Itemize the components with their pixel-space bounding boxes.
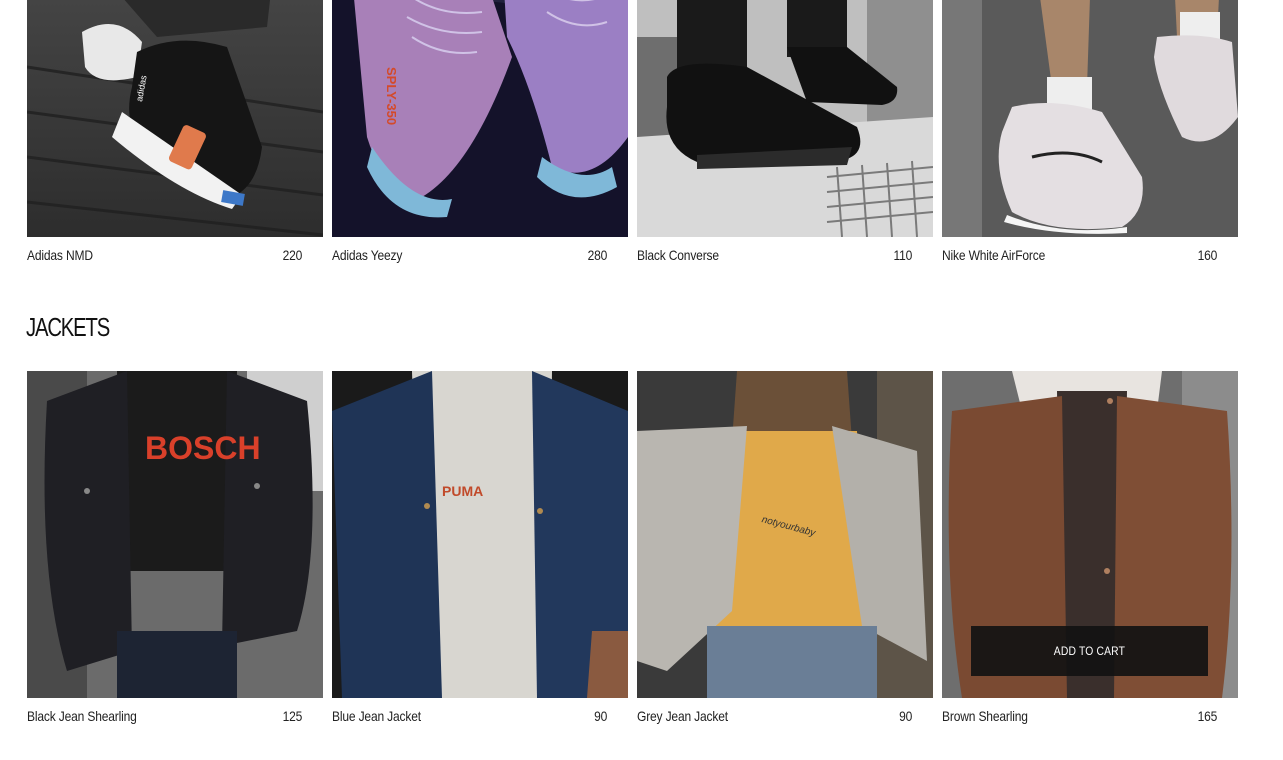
product-info: Black Jean Shearling 125 bbox=[27, 698, 318, 734]
product-image-grey-jean-jacket[interactable]: notyourbaby bbox=[637, 371, 933, 698]
product-price: 90 bbox=[594, 708, 608, 724]
product-image-black-converse[interactable] bbox=[637, 0, 933, 237]
product-image-adidas-nmd[interactable]: adidas bbox=[27, 0, 323, 237]
product-image-adidas-yeezy[interactable]: SPLY-350 bbox=[332, 0, 628, 237]
product-name[interactable]: Adidas Yeezy bbox=[332, 247, 402, 263]
product-price: 165 bbox=[1197, 708, 1218, 724]
product-info: Blue Jean Jacket 90 bbox=[332, 698, 623, 734]
product-card[interactable]: PUMA Blue Jean Jacket 90 bbox=[332, 371, 628, 734]
product-price: 125 bbox=[282, 708, 303, 724]
product-image-blue-jean-jacket[interactable]: PUMA bbox=[332, 371, 628, 698]
product-info: Brown Shearling 165 bbox=[942, 698, 1233, 734]
tshirt-print-text: PUMA bbox=[442, 483, 483, 499]
product-image-brown-shearling[interactable]: ADD TO CART bbox=[942, 371, 1238, 698]
product-info: Grey Jean Jacket 90 bbox=[637, 698, 928, 734]
product-info: Nike White AirForce 160 bbox=[942, 237, 1233, 273]
product-card[interactable]: notyourbaby Grey Jean Jacket 90 bbox=[637, 371, 933, 734]
product-info: Adidas NMD 220 bbox=[27, 237, 318, 273]
product-card[interactable]: Black Converse 110 bbox=[637, 0, 933, 273]
product-price: 160 bbox=[1197, 247, 1218, 263]
product-name[interactable]: Black Jean Shearling bbox=[27, 708, 137, 724]
product-price: 220 bbox=[282, 247, 303, 263]
product-card[interactable]: Nike White AirForce 160 bbox=[942, 0, 1238, 273]
product-card[interactable]: ADD TO CART Brown Shearling 165 bbox=[942, 371, 1238, 734]
yeezy-tag-text: SPLY-350 bbox=[384, 67, 399, 125]
product-price: 110 bbox=[893, 247, 913, 263]
product-name[interactable]: Grey Jean Jacket bbox=[637, 708, 728, 724]
section-title-jackets: JACKETS bbox=[26, 312, 110, 342]
product-image-black-jean-shearling[interactable]: BOSCH bbox=[27, 371, 323, 698]
product-card[interactable]: SPLY-350 Adidas Yeezy 280 bbox=[332, 0, 628, 273]
tshirt-print-text: BOSCH bbox=[145, 430, 261, 466]
product-name[interactable]: Brown Shearling bbox=[942, 708, 1028, 724]
product-name[interactable]: Nike White AirForce bbox=[942, 247, 1045, 263]
product-price: 280 bbox=[587, 247, 608, 263]
product-name[interactable]: Black Converse bbox=[637, 247, 719, 263]
product-name[interactable]: Blue Jean Jacket bbox=[332, 708, 421, 724]
shop-page: adidas Adidas NMD 220 SPLY-350 Adidas Ye… bbox=[0, 0, 1283, 760]
product-card[interactable]: BOSCH Black Jean Shearling 125 bbox=[27, 371, 323, 734]
add-to-cart-button[interactable]: ADD TO CART bbox=[971, 626, 1208, 676]
product-info: Black Converse 110 bbox=[637, 237, 928, 273]
sneakers-grid: adidas Adidas NMD 220 SPLY-350 Adidas Ye… bbox=[27, 0, 1238, 273]
product-name[interactable]: Adidas NMD bbox=[27, 247, 93, 263]
product-card[interactable]: adidas Adidas NMD 220 bbox=[27, 0, 323, 273]
product-price: 90 bbox=[899, 708, 913, 724]
product-info: Adidas Yeezy 280 bbox=[332, 237, 623, 273]
product-image-nike-airforce[interactable] bbox=[942, 0, 1238, 237]
jackets-grid: BOSCH Black Jean Shearling 125 PUMA Blue… bbox=[27, 371, 1238, 734]
